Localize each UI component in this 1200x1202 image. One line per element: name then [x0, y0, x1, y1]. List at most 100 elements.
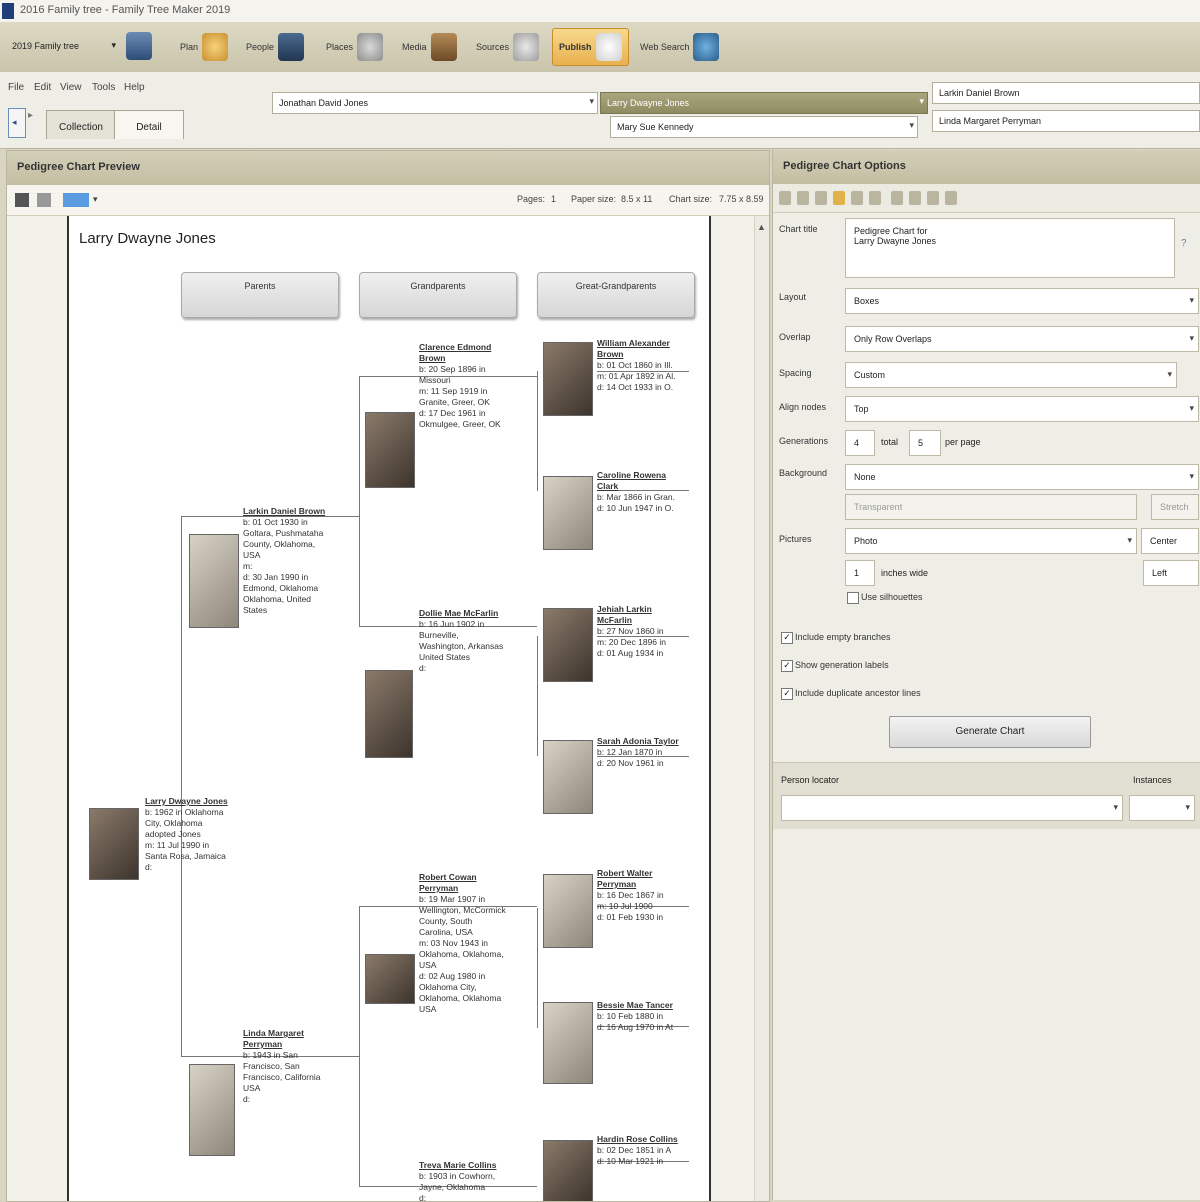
person-box-great-grandparent-4[interactable]: Sarah Adonia Taylor b: 12 Jan 1870 in d:…	[597, 736, 693, 769]
spacing-select[interactable]: Custom ▾	[845, 362, 1177, 388]
pictures-label: Pictures	[779, 534, 812, 544]
pictures-size-stepper[interactable]: 1	[845, 560, 875, 586]
person-box-paternal-grandfather[interactable]: Clarence Edmond Brown b: 20 Sep 1896 in …	[419, 342, 535, 430]
generation-label-grandparents: Grandparents	[359, 272, 517, 318]
background-position-value: Stretch	[1160, 502, 1189, 512]
mother-combo[interactable]: Mary Sue Kennedy ▾	[610, 116, 918, 138]
vertical-scrollbar[interactable]: ▲	[754, 216, 769, 1201]
home-icon[interactable]	[126, 32, 152, 60]
align-nodes-select[interactable]: Top ▾	[845, 396, 1199, 422]
print-icon[interactable]	[37, 193, 51, 207]
publish-button[interactable]: Publish	[552, 28, 629, 66]
menu-edit[interactable]: Edit	[34, 82, 51, 93]
tree-selector[interactable]: 2019 Family tree ▾	[4, 36, 116, 56]
places-button[interactable]: Places	[326, 30, 384, 64]
generations-per-page-stepper[interactable]: 5	[909, 430, 941, 456]
chart-title-field[interactable]: Pedigree Chart for Larry Dwayne Jones	[845, 218, 1175, 278]
person-photo	[189, 1064, 235, 1156]
person-box-mother[interactable]: Linda Margaret Perryman b: 1943 in San F…	[243, 1028, 355, 1105]
box-style-icon[interactable]	[815, 191, 827, 205]
chevron-down-icon: ▾	[1185, 802, 1190, 812]
chart-size-label: Chart size:	[669, 194, 713, 204]
father-combo[interactable]: Jonathan David Jones ▾	[272, 92, 598, 114]
chevron-down-icon: ▾	[1189, 333, 1194, 343]
menu-file[interactable]: File	[8, 82, 24, 93]
tab-detail[interactable]: Detail	[114, 110, 184, 139]
pages-value: 1	[551, 194, 557, 204]
layout-select[interactable]: Boxes ▾	[845, 288, 1199, 314]
pictures-side-value: Left	[1152, 568, 1168, 578]
person-photo	[543, 1140, 593, 1201]
person-photo	[543, 476, 593, 550]
use-silhouettes-label: Use silhouettes	[861, 592, 923, 602]
tab-collection[interactable]: Collection	[46, 110, 116, 139]
include-empty-branches-label: Include empty branches	[795, 632, 891, 642]
person-box-great-grandparent-7[interactable]: Hardin Rose Collins b: 02 Dec 1851 in A …	[597, 1134, 693, 1167]
generate-chart-button[interactable]: Generate Chart	[889, 716, 1091, 748]
export-icon[interactable]	[945, 191, 957, 205]
person-box-father[interactable]: Larkin Daniel Brown b: 01 Oct 1930 in Go…	[243, 506, 355, 616]
selected-person-combo[interactable]: Larry Dwayne Jones ▾	[600, 92, 928, 114]
share-icon[interactable]	[909, 191, 921, 205]
person-box-great-grandparent-6[interactable]: Bessie Mae Tancer b: 10 Feb 1880 in d: 1…	[597, 1000, 693, 1033]
sources-button[interactable]: Sources	[476, 30, 540, 64]
publish-label: Publish	[559, 42, 592, 52]
chevron-down-icon[interactable]: ▾	[93, 194, 98, 205]
spouse2-combo[interactable]: Linda Margaret Perryman	[932, 110, 1200, 132]
person-box-great-grandparent-5[interactable]: Robert Walter Perryman b: 16 Dec 1867 in…	[597, 868, 693, 923]
background-icon[interactable]	[851, 191, 863, 205]
person-box-great-grandparent-1[interactable]: William Alexander Brown b: 01 Oct 1860 i…	[597, 338, 693, 393]
zoom-icon[interactable]	[63, 193, 89, 207]
web-search-button[interactable]: Web Search	[640, 30, 720, 64]
pin-icon[interactable]	[779, 191, 791, 205]
person-facts: b: 01 Oct 1930 in Goltara, Pushmataha Co…	[243, 517, 324, 615]
connector-line	[537, 908, 538, 1028]
include-duplicate-lines-label: Include duplicate ancestor lines	[795, 688, 921, 698]
preview-header-title: Pedigree Chart Preview	[17, 161, 140, 173]
person-box-maternal-grandmother[interactable]: Treva Marie Collins b: 1903 in Cowhorn, …	[419, 1160, 535, 1201]
plan-button[interactable]: Plan	[180, 30, 229, 64]
person-photo	[543, 874, 593, 948]
connector-line	[537, 636, 538, 756]
person-name: Robert Walter Perryman	[597, 868, 653, 889]
person-box-great-grandparent-3[interactable]: Jehiah Larkin McFarlin b: 27 Nov 1860 in…	[597, 604, 693, 659]
person-facts: b: 10 Feb 1880 in d: 16 Aug 1970 in At	[597, 1011, 674, 1032]
person-box-maternal-grandfather[interactable]: Robert Cowan Perryman b: 19 Mar 1907 in …	[419, 872, 535, 1015]
overlap-select[interactable]: Only Row Overlaps ▾	[845, 326, 1199, 352]
person-name: Bessie Mae Tancer	[597, 1000, 673, 1010]
person-locator-select[interactable]: ▾	[781, 795, 1123, 821]
save-icon[interactable]	[891, 191, 903, 205]
lock-icon[interactable]	[833, 191, 845, 205]
pin-icon[interactable]	[15, 193, 29, 207]
scroll-up-icon[interactable]: ▲	[757, 222, 766, 232]
menu-help[interactable]: Help	[124, 82, 145, 93]
show-generation-labels-checkbox[interactable]: ✓	[781, 660, 793, 672]
person-box-root[interactable]: Larry Dwayne Jones b: 1962 in Oklahoma C…	[145, 796, 241, 873]
instances-select[interactable]: ▾	[1129, 795, 1195, 821]
pictures-side-select[interactable]: Left	[1143, 560, 1199, 586]
media-button[interactable]: Media	[402, 30, 457, 64]
generations-total-value: 4	[854, 438, 860, 448]
background-select[interactable]: None ▾	[845, 464, 1199, 490]
header-footer-icon[interactable]	[869, 191, 881, 205]
person-box-paternal-grandmother[interactable]: Dollie Mae McFarlin b: 16 Jun 1902 in Bu…	[419, 608, 535, 674]
pictures-align-select[interactable]: Center	[1141, 528, 1199, 554]
help-icon[interactable]: ?	[1181, 238, 1187, 249]
pictures-select[interactable]: Photo ▾	[845, 528, 1137, 554]
person-box-great-grandparent-2[interactable]: Caroline Rowena Clark b: Mar 1866 in Gra…	[597, 470, 693, 514]
use-silhouettes-checkbox[interactable]	[847, 592, 859, 604]
font-icon[interactable]	[797, 191, 809, 205]
menu-tools[interactable]: Tools	[92, 82, 115, 93]
chart-viewport[interactable]: Larry Dwayne Jones Parents Grandparents …	[7, 216, 753, 1201]
options-header-title: Pedigree Chart Options	[783, 160, 906, 172]
forward-button[interactable]: ▸	[28, 110, 40, 134]
include-duplicate-lines-checkbox[interactable]: ✓	[781, 688, 793, 700]
people-button[interactable]: People	[246, 30, 305, 64]
pictures-value: Photo	[854, 536, 878, 546]
menu-view[interactable]: View	[60, 82, 82, 93]
spouse1-combo[interactable]: Larkin Daniel Brown	[932, 82, 1200, 104]
print-icon[interactable]	[927, 191, 939, 205]
back-button[interactable]: ◂	[8, 108, 26, 138]
include-empty-branches-checkbox[interactable]: ✓	[781, 632, 793, 644]
generations-total-stepper[interactable]: 4	[845, 430, 875, 456]
